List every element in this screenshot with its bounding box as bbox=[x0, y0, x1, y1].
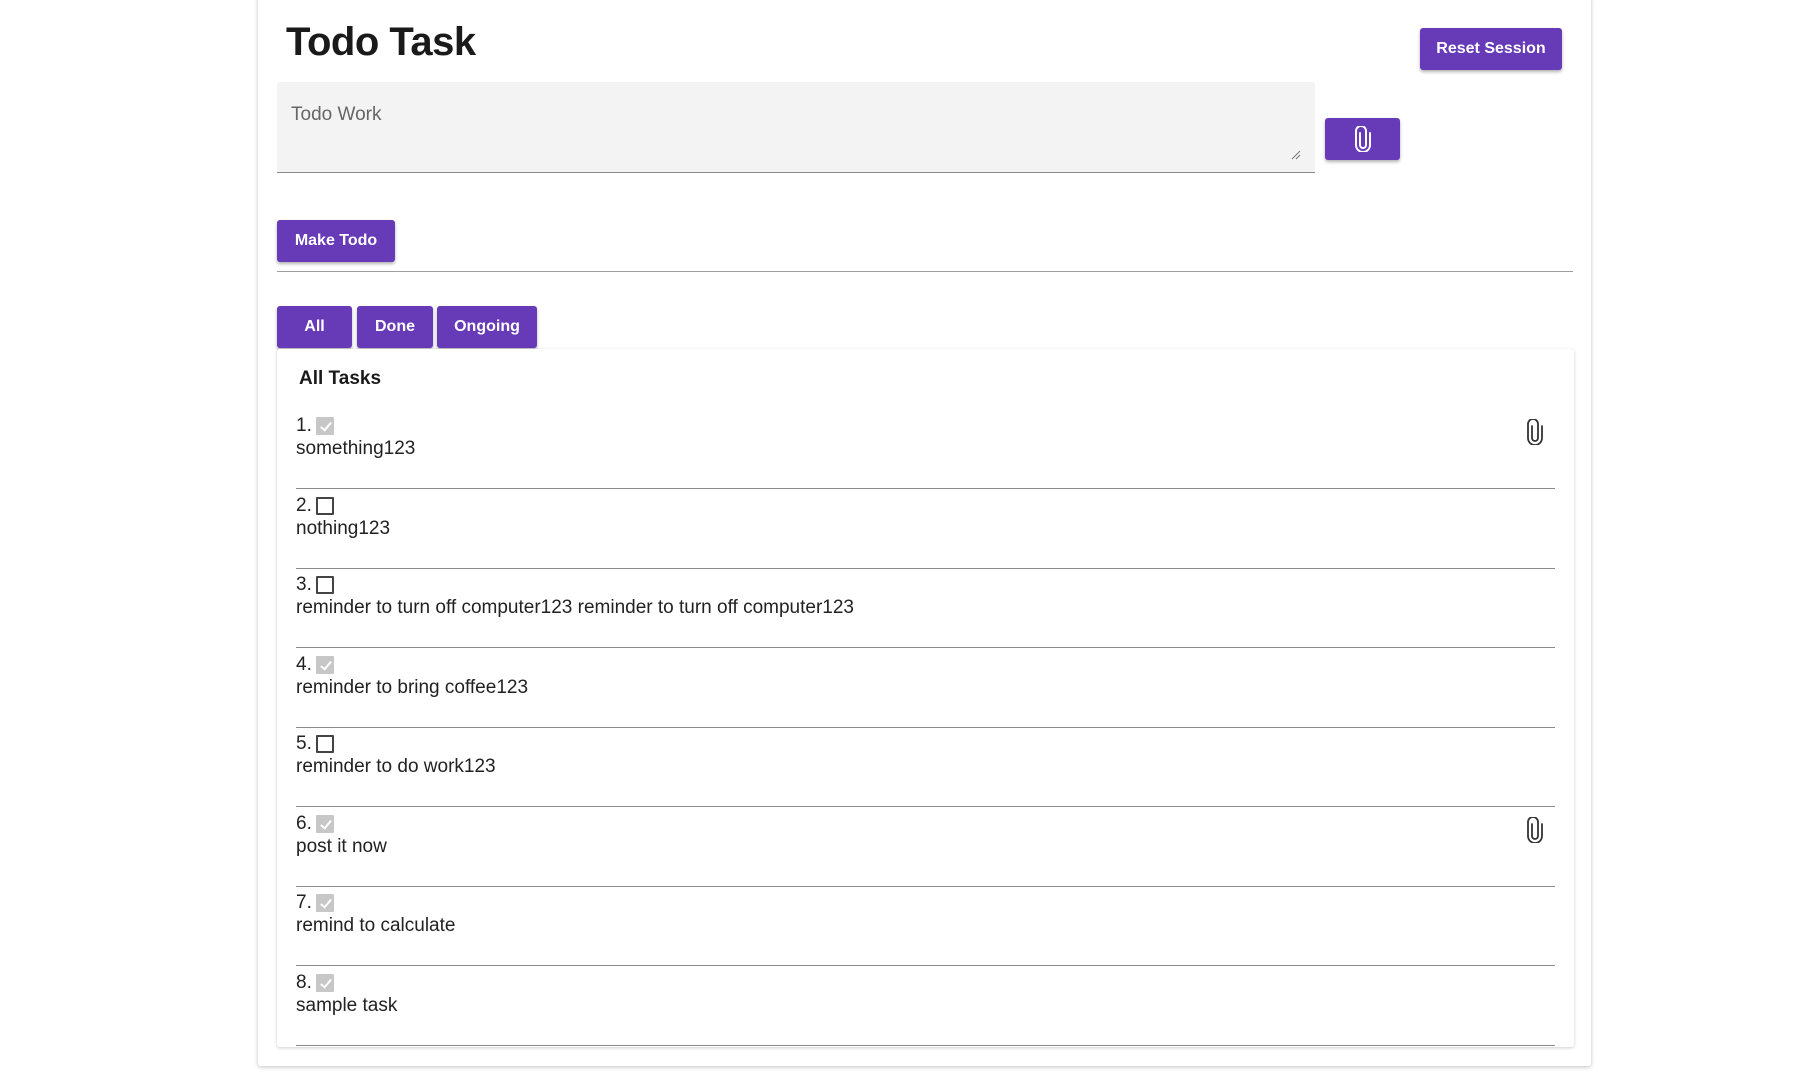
tasks-panel-title: All Tasks bbox=[299, 368, 382, 389]
task-text: something123 bbox=[296, 438, 416, 459]
task-number: 2. bbox=[296, 494, 312, 516]
filter-all-button[interactable]: All bbox=[277, 306, 352, 348]
task-header: 3. bbox=[296, 574, 334, 596]
task-done-checkbox[interactable] bbox=[315, 496, 334, 515]
task-item: 1. something123 bbox=[296, 411, 1555, 489]
task-item: 2. nothing123 bbox=[296, 491, 1555, 569]
task-done-checkbox[interactable] bbox=[315, 735, 334, 753]
todo-work-field[interactable] bbox=[277, 82, 1315, 173]
task-number: 8. bbox=[296, 971, 312, 993]
task-number: 3. bbox=[296, 574, 312, 595]
task-done-checkbox[interactable] bbox=[315, 417, 334, 435]
task-header: 5. bbox=[296, 733, 334, 755]
attach-file-button[interactable] bbox=[1325, 118, 1400, 160]
task-text: sample task bbox=[296, 994, 398, 1016]
task-number: 4. bbox=[296, 653, 312, 675]
task-done-checkbox[interactable] bbox=[315, 814, 334, 833]
todo-app-card: Todo Task Reset Session Make Todo All Do… bbox=[258, 0, 1591, 1066]
task-done-checkbox[interactable] bbox=[315, 576, 334, 594]
task-header: 2. bbox=[296, 495, 334, 517]
filter-done-button[interactable]: Done bbox=[357, 306, 433, 348]
task-item: 5. reminder to do work123 bbox=[296, 729, 1555, 807]
task-header: 4. bbox=[296, 654, 334, 676]
task-text: nothing123 bbox=[296, 517, 391, 539]
task-number: 6. bbox=[296, 812, 312, 834]
task-item: 4. reminder to bring coffee123 bbox=[296, 650, 1555, 728]
task-done-checkbox[interactable] bbox=[315, 655, 334, 674]
section-divider bbox=[277, 271, 1573, 272]
task-done-checkbox[interactable] bbox=[315, 973, 334, 992]
task-text: reminder to do work123 bbox=[296, 756, 496, 777]
attachment-icon[interactable] bbox=[1527, 419, 1551, 449]
task-number: 7. bbox=[296, 892, 312, 913]
page-title: Todo Task bbox=[286, 20, 476, 64]
task-header: 1. bbox=[296, 415, 334, 437]
task-item: 7. remind to calculate bbox=[296, 888, 1555, 966]
task-text: reminder to turn off computer123 reminde… bbox=[296, 597, 854, 618]
todo-work-input[interactable] bbox=[277, 82, 1315, 172]
task-number: 5. bbox=[296, 733, 312, 754]
task-list: 1. something123 2. nothing123 3. reminder to … bbox=[296, 411, 1555, 1047]
resize-grip-icon[interactable] bbox=[1291, 150, 1301, 160]
filter-ongoing-button[interactable]: Ongoing bbox=[437, 306, 537, 348]
task-header: 8. bbox=[296, 972, 334, 994]
reset-session-button[interactable]: Reset Session bbox=[1420, 28, 1562, 70]
task-text: post it now bbox=[296, 835, 387, 857]
task-item: 8. sample task bbox=[296, 968, 1555, 1046]
attachment-icon[interactable] bbox=[1527, 816, 1551, 847]
task-text: reminder to bring coffee123 bbox=[296, 676, 529, 698]
task-item: 3. reminder to turn off computer123 remin… bbox=[296, 570, 1555, 648]
task-header: 6. bbox=[296, 813, 334, 835]
task-header: 7. bbox=[296, 892, 334, 914]
tasks-panel: All Tasks 1. something123 2. nothing123 3. re… bbox=[277, 349, 1574, 1047]
task-done-checkbox[interactable] bbox=[315, 894, 334, 912]
task-text: remind to calculate bbox=[296, 915, 456, 936]
task-number: 1. bbox=[296, 415, 312, 436]
paperclip-icon bbox=[1354, 126, 1371, 152]
make-todo-button[interactable]: Make Todo bbox=[277, 220, 395, 262]
task-item: 6. post it now bbox=[296, 809, 1555, 887]
